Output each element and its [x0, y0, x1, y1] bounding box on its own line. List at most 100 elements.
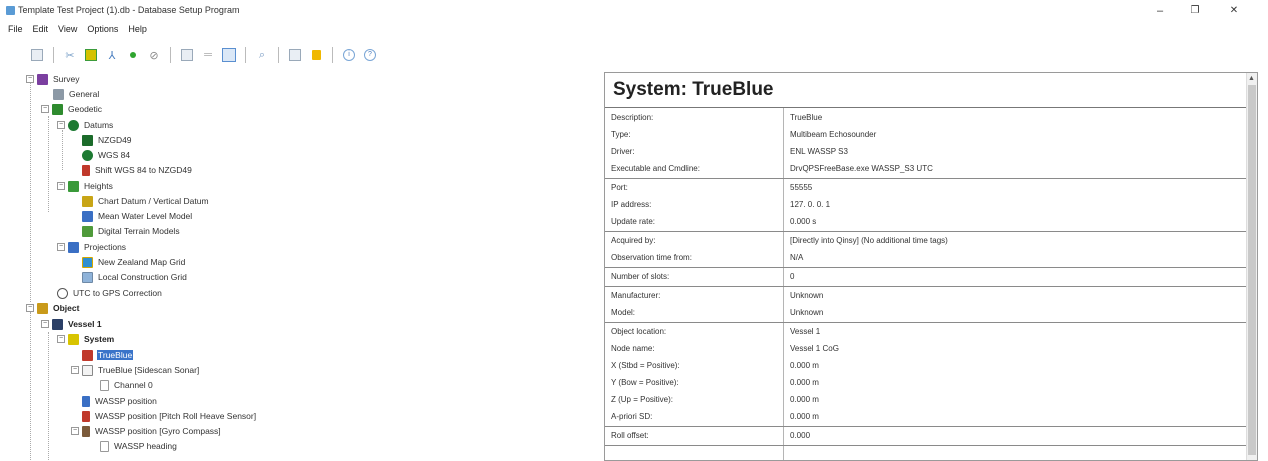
property-key: Node name: [611, 344, 655, 353]
property-value: 0 [790, 272, 795, 281]
property-row[interactable]: Acquired by: [Directly into Qinsy] (No ad… [605, 232, 1248, 249]
collapse-toggle[interactable]: − [26, 75, 34, 83]
tree-node-datums[interactable]: − Datums [57, 118, 114, 132]
property-row[interactable]: Roll offset: 0.000 [605, 427, 1248, 444]
object-icon[interactable] [82, 46, 100, 64]
property-row[interactable]: Type: Multibeam Echosounder [605, 126, 1248, 143]
tree-node-utc-gps[interactable]: UTC to GPS Correction [57, 286, 163, 300]
collapse-toggle[interactable]: − [71, 427, 79, 435]
antenna-icon[interactable]: ⅄ [103, 46, 121, 64]
tree-label: Chart Datum / Vertical Datum [98, 196, 209, 206]
property-row[interactable]: Update rate: 0.000 s [605, 213, 1248, 230]
property-value: Multibeam Echosounder [790, 130, 877, 139]
property-row[interactable]: Node name: Vessel 1 CoG [605, 340, 1248, 357]
tree-node-wassp-heading[interactable]: WASSP heading [100, 439, 178, 453]
lock-icon[interactable] [307, 46, 325, 64]
property-value: Vessel 1 CoG [790, 344, 839, 353]
scroll-up-icon[interactable]: ▲ [1246, 73, 1257, 84]
collapse-toggle[interactable]: − [57, 335, 65, 343]
collapse-toggle[interactable]: − [71, 366, 79, 374]
tree-node-channel0[interactable]: Channel 0 [100, 378, 154, 392]
line-icon[interactable]: ═ [199, 46, 217, 64]
property-row[interactable]: Y (Bow = Positive): 0.000 m [605, 374, 1248, 391]
dot-icon[interactable] [124, 46, 142, 64]
tree-node-heights[interactable]: − Heights [57, 179, 114, 193]
toolbar-separator [278, 47, 279, 63]
info-icon[interactable]: i [340, 46, 358, 64]
edit-icon[interactable] [220, 46, 238, 64]
property-key: Port: [611, 183, 628, 192]
tree-node-local-grid[interactable]: Local Construction Grid [82, 270, 188, 284]
property-row[interactable]: IP address: 127. 0. 0. 1 [605, 196, 1248, 213]
property-row[interactable]: Manufacturer: Unknown [605, 287, 1248, 304]
image-icon[interactable] [286, 46, 304, 64]
minimize-button[interactable]: – [1148, 3, 1172, 19]
close-button[interactable]: ✕ [1222, 3, 1246, 19]
collapse-toggle[interactable]: − [41, 320, 49, 328]
tree-label: Digital Terrain Models [98, 226, 180, 236]
property-row[interactable]: Observation time from: N/A [605, 249, 1248, 266]
property-row[interactable]: Description: TrueBlue [605, 109, 1248, 126]
tree-node-wassp-prh[interactable]: WASSP position [Pitch Roll Heave Sensor] [82, 409, 257, 423]
collapse-toggle[interactable]: − [41, 105, 49, 113]
tree-node-object[interactable]: − Object [26, 301, 80, 315]
search-icon[interactable]: ⌕ [253, 46, 271, 64]
tree-node-trueblue-sidescan[interactable]: − TrueBlue [Sidescan Sonar] [71, 363, 200, 377]
property-row[interactable]: Z (Up = Positive): 0.000 m [605, 391, 1248, 408]
tree-node-system[interactable]: − System [57, 332, 115, 346]
tree-label: NZGD49 [98, 135, 132, 145]
property-row[interactable]: Object location: Vessel 1 [605, 323, 1248, 340]
property-key: Acquired by: [611, 236, 656, 245]
property-key: Object location: [611, 327, 667, 336]
property-row[interactable]: Model: Unknown [605, 304, 1248, 321]
tree-node-wassp-position[interactable]: WASSP position [82, 394, 158, 408]
property-row[interactable]: A-priori SD: 0.000 m [605, 408, 1248, 425]
tree-label: Survey [53, 74, 80, 84]
link-icon[interactable]: ⊘ [145, 46, 163, 64]
menu-help[interactable]: Help [128, 24, 147, 38]
menu-options[interactable]: Options [87, 24, 118, 38]
tree-node-digital-terrain[interactable]: Digital Terrain Models [82, 224, 181, 238]
property-row[interactable]: Number of slots: 0 [605, 268, 1248, 285]
tree-guide [48, 116, 49, 212]
scroll-thumb[interactable] [1248, 85, 1256, 455]
menu-edit[interactable]: Edit [33, 24, 49, 38]
property-row[interactable]: Executable and Cmdline: DrvQPSFreeBase.ex… [605, 160, 1248, 177]
panel-icon[interactable] [178, 46, 196, 64]
property-row[interactable]: Port: 55555 [605, 179, 1248, 196]
tree-node-trueblue[interactable]: TrueBlue [82, 348, 134, 362]
tree-node-shift[interactable]: Shift WGS 84 to NZGD49 [82, 163, 193, 177]
tree-node-wassp-gyro[interactable]: − WASSP position [Gyro Compass] [71, 424, 222, 438]
datum-icon [82, 149, 93, 161]
tree-node-geodetic[interactable]: − Geodetic [41, 102, 103, 116]
tree-node-nz-map-grid[interactable]: New Zealand Map Grid [82, 255, 186, 269]
collapse-toggle[interactable]: − [57, 182, 65, 190]
menu-view[interactable]: View [58, 24, 77, 38]
collapse-toggle[interactable]: − [57, 121, 65, 129]
tree-node-vessel1[interactable]: − Vessel 1 [41, 317, 103, 331]
maximize-button[interactable]: ❐ [1183, 3, 1207, 19]
gyro-icon [82, 425, 90, 437]
property-row[interactable]: X (Stbd = Positive): 0.000 m [605, 357, 1248, 374]
collapse-toggle[interactable]: − [26, 304, 34, 312]
help-icon[interactable]: ? [361, 46, 379, 64]
tree-node-general[interactable]: General [53, 87, 100, 101]
tree-node-projections[interactable]: − Projections [57, 240, 127, 254]
scrollbar[interactable]: ▲ [1246, 73, 1257, 460]
tree-node-wgs84[interactable]: WGS 84 [82, 148, 131, 162]
list-icon[interactable] [28, 46, 46, 64]
toolbar-separator [53, 47, 54, 63]
toolbar-separator [245, 47, 246, 63]
tree-guide [30, 312, 31, 461]
collapse-toggle[interactable]: − [57, 243, 65, 251]
window-title: Template Test Project (1).db - Database … [18, 5, 240, 15]
split-icon[interactable]: ✂ [61, 46, 79, 64]
tree-node-mean-water[interactable]: Mean Water Level Model [82, 209, 193, 223]
tree-node-chart-datum[interactable]: Chart Datum / Vertical Datum [82, 194, 210, 208]
menu-file[interactable]: File [8, 24, 23, 38]
property-value: [Directly into Qinsy] (No additional tim… [790, 236, 948, 245]
geodetic-icon [52, 103, 63, 115]
tree-node-nzgd49[interactable]: NZGD49 [82, 133, 133, 147]
tree-node-survey[interactable]: − Survey [26, 72, 80, 86]
property-row[interactable]: Driver: ENL WASSP S3 [605, 143, 1248, 160]
